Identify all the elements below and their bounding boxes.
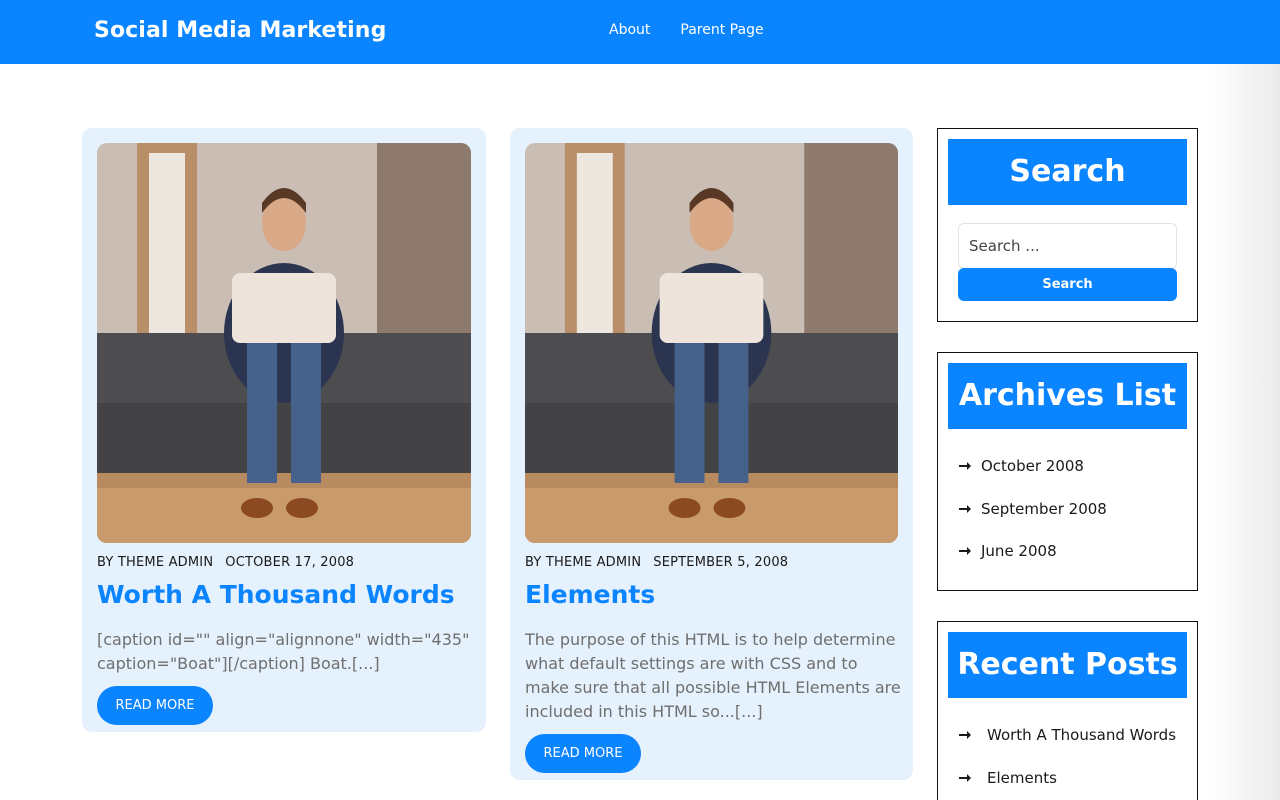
post-title[interactable]: Worth A Thousand Words <box>97 580 455 609</box>
widget-title: Recent Posts <box>948 632 1187 698</box>
search-input[interactable] <box>958 223 1177 269</box>
page-edge-shade <box>1210 64 1280 800</box>
post-title[interactable]: Elements <box>525 580 655 609</box>
post-image[interactable] <box>97 143 471 543</box>
archive-link[interactable]: June 2008 <box>981 542 1057 560</box>
list-item: June 2008 <box>958 530 1107 573</box>
recent-post-link[interactable]: Elements <box>987 769 1057 787</box>
arrow-right-icon <box>958 502 972 516</box>
post-author[interactable]: BY THEME ADMIN <box>525 555 641 570</box>
nav-item-parent-page[interactable]: Parent Page <box>680 22 763 38</box>
post-image[interactable] <box>525 143 898 543</box>
widget-title: Search <box>948 139 1187 205</box>
recent-posts-list: Worth A Thousand Words Elements <box>958 714 1176 799</box>
post-meta: BY THEME ADMIN SEPTEMBER 5, 2008 <box>525 555 788 570</box>
post-meta: BY THEME ADMIN OCTOBER 17, 2008 <box>97 555 354 570</box>
archives-widget: Archives List October 2008 September 200… <box>937 352 1198 591</box>
recent-post-link[interactable]: Worth A Thousand Words <box>987 726 1176 744</box>
post-date[interactable]: OCTOBER 17, 2008 <box>225 555 354 570</box>
archive-link[interactable]: September 2008 <box>981 500 1107 518</box>
archives-list: October 2008 September 2008 June 2008 <box>958 445 1107 573</box>
arrow-right-icon <box>958 459 972 473</box>
main-nav: About Parent Page <box>609 22 764 38</box>
arrow-right-icon <box>958 544 972 558</box>
list-item: Elements <box>958 757 1176 800</box>
post-card: BY THEME ADMIN SEPTEMBER 5, 2008 Elements… <box>510 128 913 780</box>
read-more-button[interactable]: READ MORE <box>97 686 213 725</box>
arrow-right-icon <box>958 728 972 742</box>
widget-title: Archives List <box>948 363 1187 429</box>
post-date[interactable]: SEPTEMBER 5, 2008 <box>653 555 788 570</box>
list-item: October 2008 <box>958 445 1107 488</box>
search-widget: Search Search <box>937 128 1198 322</box>
post-excerpt: [caption id="" align="alignnone" width="… <box>97 630 470 673</box>
post-excerpt: The purpose of this HTML is to help dete… <box>525 630 901 721</box>
site-title[interactable]: Social Media Marketing <box>94 18 386 43</box>
arrow-right-icon <box>958 771 972 785</box>
list-item: Worth A Thousand Words <box>958 714 1176 757</box>
read-more-button[interactable]: READ MORE <box>525 734 641 773</box>
post-card: BY THEME ADMIN OCTOBER 17, 2008 Worth A T… <box>82 128 486 732</box>
archive-link[interactable]: October 2008 <box>981 457 1084 475</box>
search-button[interactable]: Search <box>958 268 1177 301</box>
man-with-laptop-image <box>97 143 471 543</box>
nav-item-about[interactable]: About <box>609 22 650 38</box>
post-author[interactable]: BY THEME ADMIN <box>97 555 213 570</box>
man-with-laptop-image <box>525 143 898 543</box>
recent-posts-widget: Recent Posts Worth A Thousand Words Elem… <box>937 621 1198 800</box>
list-item: September 2008 <box>958 488 1107 531</box>
site-header: Social Media Marketing About Parent Page <box>0 0 1280 64</box>
